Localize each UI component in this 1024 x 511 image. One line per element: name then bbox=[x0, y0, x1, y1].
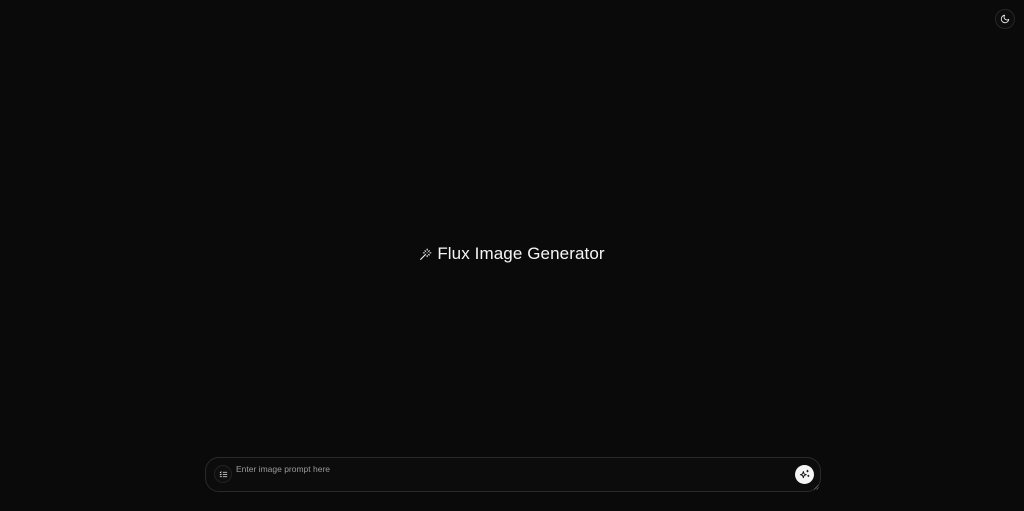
page-title: Flux Image Generator bbox=[437, 244, 605, 263]
moon-icon bbox=[1000, 12, 1010, 27]
options-button[interactable] bbox=[214, 465, 232, 483]
sparkles-icon bbox=[799, 467, 810, 482]
generate-button[interactable] bbox=[795, 465, 814, 484]
magic-wand-icon bbox=[419, 248, 432, 261]
theme-toggle-button[interactable] bbox=[995, 9, 1015, 29]
app-root: Flux Image Generator bbox=[0, 0, 1024, 511]
hero-heading: Flux Image Generator bbox=[0, 244, 1024, 264]
prompt-input[interactable] bbox=[236, 463, 786, 489]
list-settings-icon bbox=[219, 467, 228, 482]
resize-handle[interactable] bbox=[813, 484, 819, 490]
prompt-bar bbox=[205, 457, 821, 492]
